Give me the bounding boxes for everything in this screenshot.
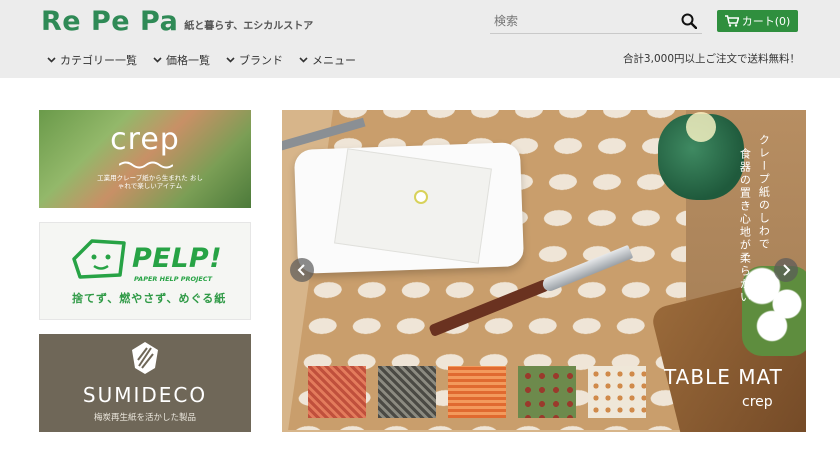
candle-glow [686, 112, 716, 142]
search-input[interactable] [490, 10, 670, 32]
nav-item-brands[interactable]: ブランド [226, 52, 283, 68]
banner-title: crep [110, 122, 180, 157]
banner-subtitle: 工業用クレープ紙から生まれた おしゃれで楽しいアイテム [97, 174, 203, 191]
arrow-right-icon [783, 264, 791, 276]
hero-slider[interactable]: クレープ紙のしわで 食器の置き心地が柔らかい TABLE MAT crep [282, 110, 806, 432]
leaf-emblem-icon [132, 342, 158, 374]
banner-title: SUMIDECO [82, 383, 208, 407]
search-box [490, 10, 702, 34]
banner-project: PAPER HELP PROJECT [134, 275, 213, 283]
hero-copy-line-1: クレープ紙のしわで [757, 134, 771, 251]
arrow-left-icon [297, 264, 305, 276]
banner-pelp[interactable]: PELP! PAPER HELP PROJECT 捨てず、燃やさず、めぐる紙 [39, 222, 251, 320]
cart-button[interactable]: カート(0) [717, 10, 798, 32]
cart-icon [724, 15, 739, 27]
logo-mark[interactable]: Re Pe Pa [41, 6, 178, 37]
chevron-down-icon [47, 57, 56, 63]
wave-icon [119, 161, 173, 169]
mat-swatch [588, 366, 646, 418]
logo[interactable]: Re Pe Pa 紙と暮らす、エシカルストア [41, 6, 313, 37]
chevron-down-icon [153, 57, 162, 63]
banner-subtitle: 梅炭再生紙を活かした製品 [93, 413, 196, 423]
chevron-down-icon [299, 57, 308, 63]
nav-item-menu[interactable]: メニュー [299, 52, 356, 68]
site-header: Re Pe Pa 紙と暮らす、エシカルストア カート(0) カテゴリー一覧 価格… [0, 0, 840, 78]
hero-brand: crep [742, 394, 773, 410]
nav-label: メニュー [312, 54, 356, 67]
logo-tagline: 紙と暮らす、エシカルストア [184, 21, 314, 32]
slider-prev-button[interactable] [290, 258, 314, 282]
hero-title: TABLE MAT [664, 365, 783, 389]
search-icon[interactable] [681, 13, 697, 29]
banner-crep[interactable]: crep 工業用クレープ紙から生まれた おしゃれで楽しいアイテム [39, 110, 251, 208]
hero-copy-line-2: 食器の置き心地が柔らかい [738, 148, 752, 304]
banner-title: PELP! [132, 243, 223, 274]
slider-next-button[interactable] [774, 258, 798, 282]
flower-icon [414, 190, 428, 204]
nav-item-categories[interactable]: カテゴリー一覧 [47, 52, 137, 68]
mat-swatch [448, 366, 506, 418]
nav-label: 価格一覧 [166, 54, 210, 67]
main-nav: カテゴリー一覧 価格一覧 ブランド メニュー [47, 52, 356, 68]
pelp-face-icon [72, 239, 126, 279]
nav-label: カテゴリー一覧 [60, 54, 137, 67]
nav-label: ブランド [239, 54, 283, 67]
banner-sumideco[interactable]: SUMIDECO 梅炭再生紙を活かした製品 [39, 334, 251, 432]
cart-label: カート(0) [741, 15, 791, 28]
shipping-notice: 合計3,000円以上ご注文で送料無料！ [622, 53, 800, 65]
nav-item-prices[interactable]: 価格一覧 [153, 52, 210, 68]
mat-swatch [518, 366, 576, 418]
mat-swatch [308, 366, 366, 418]
mat-swatch [378, 366, 436, 418]
napkin-image [334, 148, 492, 264]
banner-tagline: 捨てず、燃やさず、めぐる紙 [72, 292, 227, 305]
chevron-down-icon [226, 57, 235, 63]
